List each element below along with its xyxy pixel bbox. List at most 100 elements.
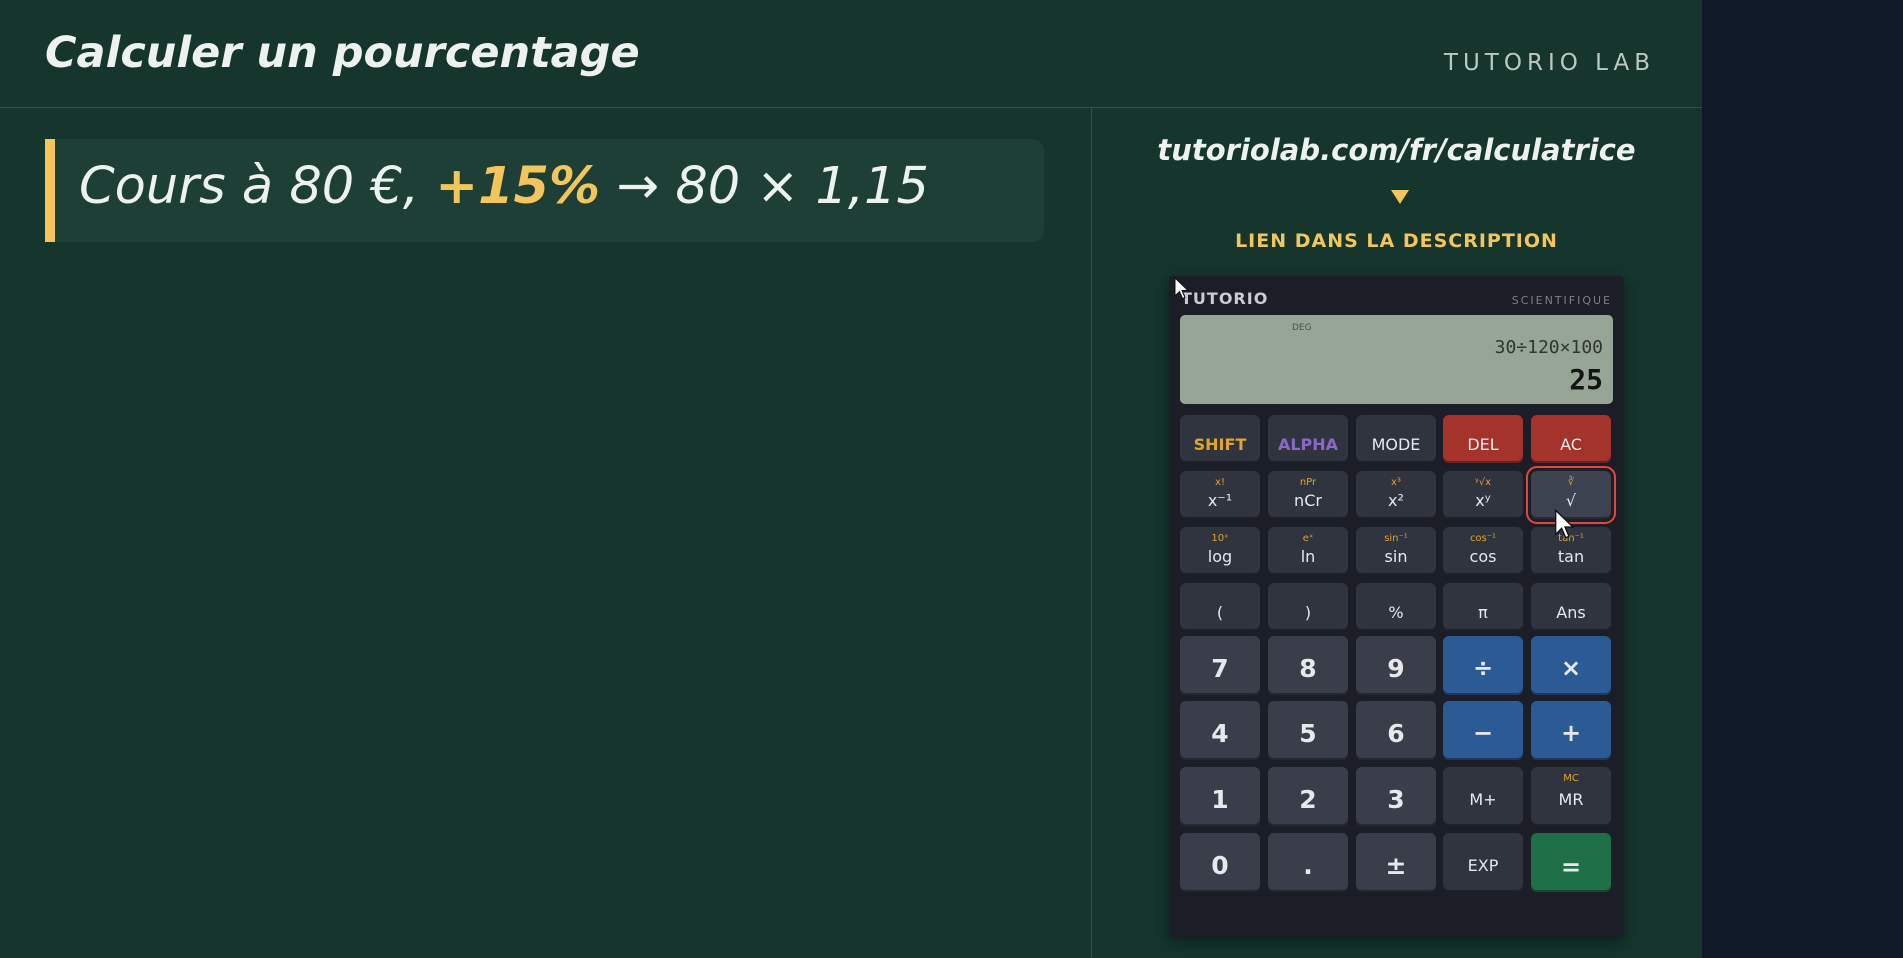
- key-label: x²: [1388, 491, 1404, 510]
- key-label: 1: [1211, 785, 1229, 814]
- key-secondary-label: x³: [1391, 477, 1401, 488]
- key-pi-button[interactable]: π: [1443, 583, 1523, 631]
- mouse-cursor-icon: [1555, 509, 1575, 539]
- key-3-button[interactable]: 3: [1356, 767, 1436, 826]
- key-ln-button[interactable]: eˣ ln: [1268, 527, 1348, 575]
- key-secondary-label: nPr: [1299, 477, 1317, 488]
- key-del-button[interactable]: DEL: [1443, 415, 1523, 463]
- key-label: M+: [1469, 790, 1497, 809]
- key-label: ÷: [1472, 654, 1494, 682]
- key-label: 8: [1299, 654, 1317, 683]
- key-secondary-label: MC: [1563, 773, 1579, 784]
- key-label: ): [1304, 603, 1312, 622]
- display-expression: 30÷120×100: [1494, 337, 1603, 358]
- key-alpha-button[interactable]: ALPHA: [1268, 415, 1348, 463]
- key-label: x⁻¹: [1207, 491, 1233, 510]
- header: Calculer un pourcentage TUTORIO LAB: [0, 0, 1702, 108]
- key-0-button[interactable]: 0: [1180, 833, 1260, 892]
- key-label: −: [1472, 719, 1494, 747]
- key-label: sin: [1384, 547, 1408, 566]
- key-7-button[interactable]: 7: [1180, 636, 1260, 695]
- key-log-button[interactable]: 10ˣ log: [1180, 527, 1260, 575]
- formula-text: Cours à 80 €, +15% → 80 × 1,15: [79, 157, 929, 216]
- key-secondary-label: x!: [1215, 477, 1225, 488]
- key-label: 5: [1299, 719, 1317, 748]
- key-label: xʸ: [1475, 491, 1491, 510]
- key-label: ln: [1300, 547, 1316, 566]
- display-result: 25: [1569, 363, 1603, 396]
- key-secondary-label: eˣ: [1302, 533, 1314, 544]
- key-label: DEL: [1467, 435, 1499, 454]
- key-open-paren-button[interactable]: (: [1180, 583, 1260, 631]
- key-m-plus-button[interactable]: M+: [1443, 767, 1523, 826]
- key-sin-button[interactable]: sin⁻¹ sin: [1356, 527, 1436, 575]
- key-label: MODE: [1371, 435, 1421, 454]
- key-square-button[interactable]: x³ x²: [1356, 471, 1436, 519]
- formula-highlight: +15%: [435, 157, 601, 216]
- formula-accent-bar: [45, 139, 55, 242]
- key-label: SHIFT: [1193, 435, 1247, 454]
- key-label: EXP: [1467, 856, 1499, 875]
- key-label: ×: [1560, 654, 1582, 682]
- key-secondary-label: 10ˣ: [1211, 533, 1229, 544]
- key-label: π: [1478, 603, 1488, 622]
- key-plus-button[interactable]: +: [1531, 701, 1611, 760]
- key-label: cos: [1469, 547, 1497, 566]
- key-4-button[interactable]: 4: [1180, 701, 1260, 760]
- video-stage: Calculer un pourcentage TUTORIO LAB Cour…: [0, 0, 1702, 958]
- key-secondary-label: cos⁻¹: [1469, 533, 1497, 544]
- calculator-mode: SCIENTIFIQUE: [1511, 294, 1612, 307]
- key-9-button[interactable]: 9: [1356, 636, 1436, 695]
- page-title: Calculer un pourcentage: [45, 28, 640, 78]
- key-percent-button[interactable]: %: [1356, 583, 1436, 631]
- key-mode-button[interactable]: MODE: [1356, 415, 1436, 463]
- key-label: 9: [1387, 654, 1405, 683]
- key-power-button[interactable]: ʸ√x xʸ: [1443, 471, 1523, 519]
- key-decimal-button[interactable]: .: [1268, 833, 1348, 892]
- key-shift-button[interactable]: SHIFT: [1180, 415, 1260, 463]
- key-close-paren-button[interactable]: ): [1268, 583, 1348, 631]
- key-label: Ans: [1556, 603, 1586, 622]
- key-label: AC: [1560, 435, 1582, 454]
- key-label: tan: [1557, 547, 1585, 566]
- key-multiply-button[interactable]: ×: [1531, 636, 1611, 695]
- key-label: log: [1207, 547, 1233, 566]
- key-label: .: [1303, 851, 1313, 880]
- calculator-brand: TUTORIO: [1181, 289, 1269, 308]
- key-6-button[interactable]: 6: [1356, 701, 1436, 760]
- key-ans-button[interactable]: Ans: [1531, 583, 1611, 631]
- key-label: 4: [1211, 719, 1229, 748]
- key-divide-button[interactable]: ÷: [1443, 636, 1523, 695]
- key-reciprocal-button[interactable]: x! x⁻¹: [1180, 471, 1260, 519]
- key-1-button[interactable]: 1: [1180, 767, 1260, 826]
- calculator-url[interactable]: tutoriolab.com/fr/calculatrice: [1091, 133, 1702, 167]
- key-label: %: [1388, 603, 1404, 622]
- key-mr-button[interactable]: MC MR: [1531, 767, 1611, 826]
- key-label: (: [1216, 603, 1224, 622]
- brand-label: TUTORIO LAB: [1443, 50, 1655, 76]
- key-label: ±: [1385, 851, 1407, 880]
- key-minus-button[interactable]: −: [1443, 701, 1523, 760]
- key-2-button[interactable]: 2: [1268, 767, 1348, 826]
- key-ncr-button[interactable]: nPr nCr: [1268, 471, 1348, 519]
- key-label: ALPHA: [1277, 435, 1339, 454]
- formula-box: Cours à 80 €, +15% → 80 × 1,15: [45, 139, 1044, 242]
- key-equals-button[interactable]: =: [1531, 833, 1611, 892]
- down-arrow-icon: [1391, 190, 1409, 204]
- key-label: MR: [1558, 790, 1584, 809]
- key-8-button[interactable]: 8: [1268, 636, 1348, 695]
- key-exp-button[interactable]: EXP: [1443, 833, 1523, 892]
- key-ac-button[interactable]: AC: [1531, 415, 1611, 463]
- key-label: 6: [1387, 719, 1405, 748]
- calculator-display: DEG 30÷120×100 25: [1180, 315, 1613, 404]
- key-label: 2: [1299, 785, 1317, 814]
- formula-arrow: →: [616, 157, 660, 216]
- key-plus-minus-button[interactable]: ±: [1356, 833, 1436, 892]
- key-label: √: [1565, 491, 1577, 510]
- angle-unit-indicator: DEG: [1292, 323, 1312, 333]
- key-secondary-label: ʸ√x: [1474, 477, 1491, 488]
- key-label: 3: [1387, 785, 1405, 814]
- key-5-button[interactable]: 5: [1268, 701, 1348, 760]
- key-cos-button[interactable]: cos⁻¹ cos: [1443, 527, 1523, 575]
- key-secondary-label: ∛: [1567, 477, 1575, 488]
